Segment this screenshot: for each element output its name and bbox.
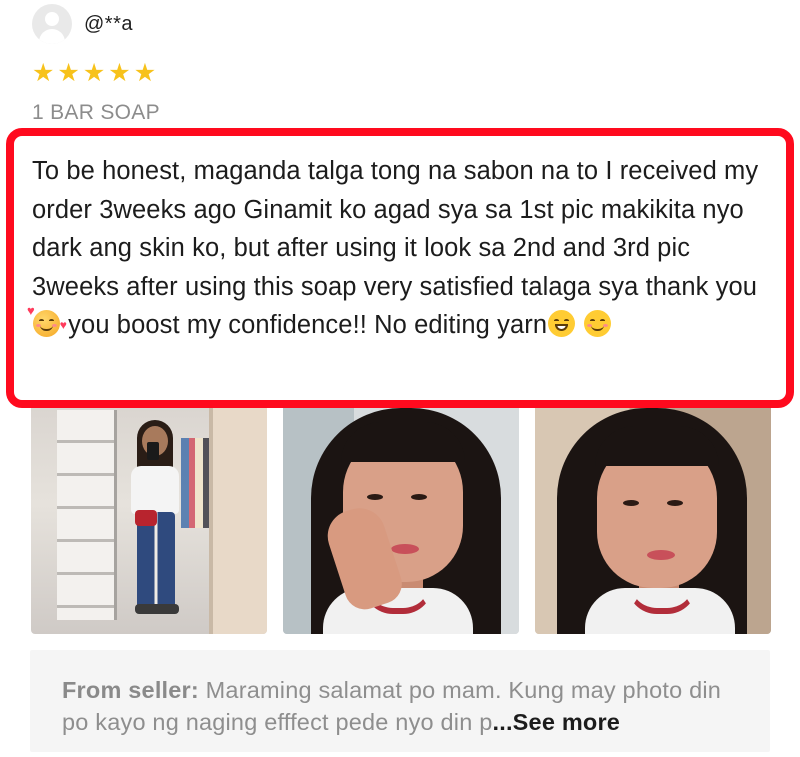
- photo-eye: [411, 494, 427, 500]
- product-variant: 1 BAR SOAP: [32, 101, 160, 124]
- avatar-body-icon: [39, 29, 65, 44]
- review-photos: [31, 398, 771, 634]
- star-icon: ★: [82, 58, 106, 87]
- review-photo-3[interactable]: [535, 398, 771, 634]
- smiling-face-with-hearts-icon: [27, 304, 67, 337]
- star-icon: ★: [108, 58, 131, 87]
- photo-lips: [647, 550, 675, 560]
- photo-eye: [667, 500, 683, 506]
- photo-eye: [623, 500, 639, 506]
- photo-shelf: [57, 410, 117, 620]
- star-rating: ★ ★ ★ ★ ★: [32, 60, 156, 85]
- review-header: @**a: [32, 4, 133, 44]
- see-more-link[interactable]: ...See more: [492, 709, 620, 735]
- photo-person-phone: [147, 442, 159, 460]
- review-photo-2[interactable]: [283, 398, 519, 634]
- reviewer-username: @**a: [84, 12, 133, 35]
- review-text-part2: you boost my confidence!! No editing yar…: [61, 311, 548, 339]
- photo-person-shirt: [131, 466, 179, 514]
- photo-bangs: [595, 426, 719, 466]
- review-text: To be honest, maganda talga tong na sabo…: [27, 152, 766, 345]
- star-icon: ★: [133, 58, 157, 87]
- photo-person-jeans: [137, 512, 175, 608]
- photo-person-shoes: [135, 604, 179, 614]
- review-photo-1[interactable]: [31, 398, 267, 634]
- photo-eye: [367, 494, 383, 500]
- star-icon: ★: [32, 58, 55, 87]
- star-icon: ★: [57, 58, 80, 87]
- grinning-face-icon: [548, 310, 576, 337]
- avatar[interactable]: [32, 4, 72, 44]
- review-text-part1: To be honest, maganda talga tong na sabo…: [32, 157, 759, 301]
- review-text-highlight: To be honest, maganda talga tong na sabo…: [6, 128, 794, 408]
- seller-reply: From seller: Maraming salamat po mam. Ku…: [30, 650, 770, 752]
- seller-reply-text: From seller: Maraming salamat po mam. Ku…: [62, 674, 740, 738]
- smiling-face-icon: [584, 310, 612, 337]
- photo-bangs: [341, 422, 465, 462]
- seller-reply-label: From seller:: [62, 677, 199, 703]
- photo-mirror-frame: [209, 398, 267, 634]
- avatar-head-icon: [45, 12, 59, 26]
- photo-person-bag: [135, 510, 157, 526]
- photo-lips: [391, 544, 419, 554]
